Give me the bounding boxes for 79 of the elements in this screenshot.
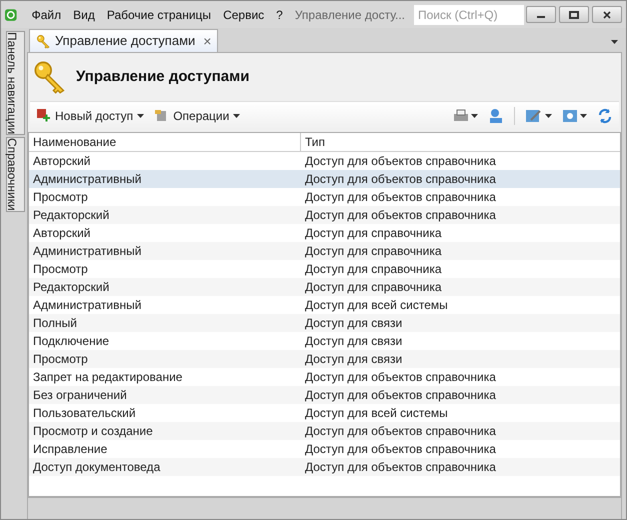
user-search-button[interactable] <box>488 108 504 124</box>
table-cell-text: Авторский <box>32 153 92 170</box>
table-cell-text: Доступ для объектов справочника <box>304 387 497 404</box>
table-cell-text: Авторский <box>32 225 92 242</box>
table-row[interactable]: Доступ документоведа Доступ для объектов справочника <box>29 458 620 476</box>
table-row[interactable]: Редакторский Доступ для объектов справочника <box>29 206 620 224</box>
table-row[interactable]: Просмотр Доступ для связи <box>29 350 620 368</box>
menu-item[interactable]: Рабочие страницы <box>102 6 216 24</box>
table-cell-text: Просмотр <box>32 189 89 206</box>
refresh-button[interactable] <box>597 108 613 124</box>
table-cell-text: Доступ для справочника <box>304 225 442 242</box>
column-header[interactable]: Наименование <box>29 133 301 151</box>
table-cell-text: Доступ для объектов справочника <box>304 423 497 440</box>
table-row[interactable]: Административный Доступ для объектов справочника <box>29 170 620 188</box>
table-cell-text: Просмотр <box>32 261 89 278</box>
table-cell-text: Подключение <box>32 333 110 350</box>
side-tab[interactable]: Панель навигации <box>6 31 25 136</box>
close-button[interactable] <box>592 6 622 23</box>
edit-button[interactable] <box>525 108 552 124</box>
table-cell-text: Доступ для всей системы <box>304 405 449 422</box>
maximize-button[interactable] <box>559 6 589 23</box>
side-tab[interactable]: Справочники <box>6 137 25 212</box>
table-row[interactable]: Без ограничений Доступ для объектов справочника <box>29 386 620 404</box>
table-cell-text: Административный <box>32 171 142 188</box>
caret-icon <box>471 114 478 118</box>
table-cell-text: Доступ для связи <box>304 351 404 368</box>
key-icon <box>36 34 51 48</box>
caret-icon <box>611 40 618 44</box>
menu-item[interactable]: Сервис <box>218 6 270 24</box>
table-cell-text: Доступ для объектов справочника <box>304 171 497 188</box>
caret-icon <box>545 114 552 118</box>
table-cell-text: Доступ для связи <box>304 333 404 350</box>
table-cell-text: Доступ для справочника <box>304 243 442 260</box>
caret-icon <box>233 114 240 118</box>
table-cell-text: Исправление <box>32 441 108 458</box>
table-cell-text: Доступ для объектов справочника <box>304 369 497 386</box>
table-cell-text: Пользовательский <box>32 405 137 422</box>
table-cell-text: Редакторский <box>32 279 110 296</box>
table-cell-text: Административный <box>32 243 142 260</box>
caret-icon <box>580 114 587 118</box>
table-cell-text: Доступ документоведа <box>32 459 162 476</box>
table-cell-text: Просмотр и создание <box>32 423 154 440</box>
menu-item[interactable]: Вид <box>68 6 100 24</box>
table-cell-text: Просмотр <box>32 351 89 368</box>
add-icon <box>36 108 51 123</box>
preview-button[interactable] <box>562 108 587 124</box>
maximize-icon <box>569 10 579 18</box>
table-row[interactable]: Административный Доступ для справочника <box>29 242 620 260</box>
new-access-button[interactable]: Новый доступ <box>36 106 144 124</box>
table-cell-text: Доступ для связи <box>304 315 404 332</box>
table-cell-text: Доступ для объектов справочника <box>304 189 497 206</box>
operations-button[interactable]: Операции <box>154 106 240 124</box>
caret-icon <box>137 114 144 118</box>
table-cell-text: Доступ для справочника <box>304 261 442 278</box>
document-tab[interactable]: Управление доступами × <box>29 29 218 52</box>
table-cell-text: Доступ для справочника <box>304 279 442 296</box>
menu-item[interactable]: ? <box>271 6 288 24</box>
print-button[interactable] <box>453 108 478 122</box>
table-row[interactable]: Просмотр и создание Доступ для объектов справочника <box>29 422 620 440</box>
window-title: Управление досту... <box>294 6 406 24</box>
table-cell-text: Доступ для объектов справочника <box>304 459 497 476</box>
table-cell-text: Административный <box>32 297 142 314</box>
search-field[interactable]: Поиск (Ctrl+Q) <box>414 4 524 24</box>
table-cell-text: Доступ для объектов справочника <box>304 153 497 170</box>
table-row[interactable]: Редакторский Доступ для справочника <box>29 278 620 296</box>
minimize-button[interactable] <box>526 6 556 23</box>
table-cell-text: Доступ для объектов справочника <box>304 207 497 224</box>
table-row[interactable]: Полный Доступ для связи <box>29 314 620 332</box>
table-cell-text: Без ограничений <box>32 387 128 404</box>
table-cell-text: Запрет на редактирование <box>32 369 184 386</box>
table-cell-text: Доступ для объектов справочника <box>304 441 497 458</box>
table-cell-text: Полный <box>32 315 78 332</box>
table-cell-text: Редакторский <box>32 207 110 224</box>
table-cell-text: Доступ для всей системы <box>304 297 449 314</box>
column-header[interactable]: Тип <box>301 133 620 151</box>
page-title: Управление доступами <box>76 66 250 87</box>
close-icon <box>602 10 612 18</box>
close-icon[interactable]: × <box>203 30 212 52</box>
menu-item[interactable]: Файл <box>26 6 66 24</box>
